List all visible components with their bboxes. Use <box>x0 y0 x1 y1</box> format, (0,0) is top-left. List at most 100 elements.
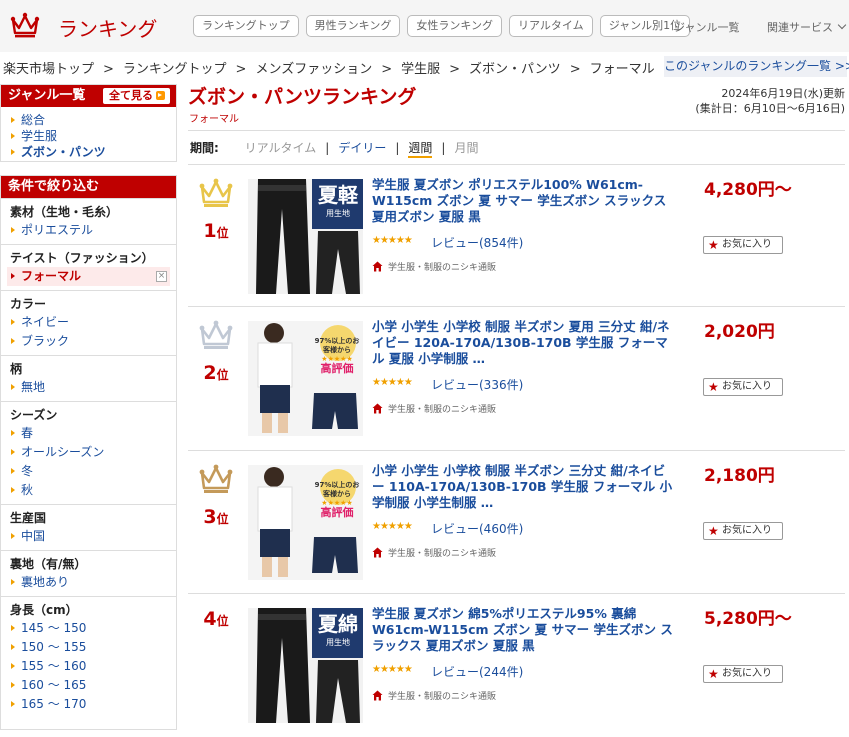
rank-badge: 1位 <box>196 177 236 242</box>
product-image[interactable]: 夏軽 用生地 <box>248 179 363 294</box>
genre-item-overall[interactable]: 総合 <box>9 112 176 128</box>
shop-link[interactable]: 学生服・制服のニシキ通販 <box>372 402 496 415</box>
genre-list-header: ジャンル一覧 全て見る <box>1 85 176 107</box>
rank-number: 2位 <box>203 362 229 384</box>
filter-option[interactable]: オールシーズン <box>9 443 170 462</box>
crown-logo-icon[interactable] <box>10 12 40 38</box>
rank-badge: 4位 <box>196 608 236 630</box>
summer-badge: 夏軽 用生地 <box>318 183 358 218</box>
shop-link[interactable]: 学生服・制服のニシキ通販 <box>372 689 496 702</box>
shop-link[interactable]: 学生服・制服のニシキ通販 <box>372 260 496 273</box>
rating-stars: ★★★★★ <box>372 521 413 532</box>
filter-option-active[interactable]: フォーマル × <box>7 267 170 286</box>
review-link[interactable]: レビュー(854件) <box>431 234 523 251</box>
filter-option[interactable]: ポリエステル <box>9 221 170 240</box>
related-services-label: 関連サービス <box>767 21 833 34</box>
ranking-item: 4位 夏綿 用生地 学生服 夏ズボン 綿5%ポリエステル95% 裏綿 W61cm… <box>188 594 845 730</box>
rank-number: 1位 <box>203 220 229 242</box>
breadcrumb-item[interactable]: メンズファッション <box>255 62 372 77</box>
period-daily[interactable]: デイリー <box>338 141 386 155</box>
tab-male-ranking[interactable]: 男性ランキング <box>305 15 401 37</box>
breadcrumb-item[interactable]: ランキングトップ <box>123 62 227 77</box>
star-icon: ★ <box>708 380 719 394</box>
genre-list-title: ジャンル一覧 <box>8 88 86 103</box>
filter-header: 条件で絞り込む <box>1 176 176 198</box>
star-icon: ★ <box>708 238 719 252</box>
period-weekly[interactable]: 週間 <box>408 141 433 158</box>
breadcrumb: 楽天市場トップ > ランキングトップ > メンズファッション > 学生服 > ズボン・パンツ > フ… <box>3 62 655 77</box>
review-link[interactable]: レビュー(460件) <box>431 520 523 537</box>
filter-title: 素材（生地・毛糸） <box>10 205 119 219</box>
review-link[interactable]: レビュー(336件) <box>431 376 523 393</box>
filter-option[interactable]: 裏地あり <box>9 573 170 592</box>
tab-realtime[interactable]: リアルタイム <box>509 15 593 37</box>
filter-title: 身長（cm） <box>10 603 78 617</box>
filter-option[interactable]: ネイビー <box>9 313 170 332</box>
product-title-link[interactable]: 小学 小学生 小学校 制服 半ズボン 夏用 三分丈 紺/ネイビー 120A-17… <box>372 319 674 367</box>
view-all-button[interactable]: 全て見る <box>103 88 170 104</box>
tab-ranking-top[interactable]: ランキングトップ <box>193 15 299 37</box>
high-rating-badge: 97%以上のお客様から ★★★★★ 高評価 <box>314 481 360 519</box>
filter-option[interactable]: 150 〜 155 <box>9 638 170 657</box>
breadcrumb-item[interactable]: 楽天市場トップ <box>3 62 94 77</box>
filter-title: カラー <box>10 297 47 311</box>
silver-crown-icon <box>199 320 233 349</box>
ranking-item: 3位 97%以上のお客様から ★★★★★ 高評価 小学 小学生 小学校 制服 半… <box>188 451 845 587</box>
rank-number: 3位 <box>203 506 229 528</box>
product-title-link[interactable]: 学生服 夏ズボン 綿5%ポリエステル95% 裏綿 W61cm-W115cm ズボ… <box>372 606 674 654</box>
filter-title: シーズン <box>10 408 58 422</box>
rank-badge: 2位 <box>196 319 236 384</box>
breadcrumb-item[interactable]: ズボン・パンツ <box>469 62 561 77</box>
filter-option[interactable]: 春 <box>9 424 170 443</box>
period-monthly[interactable]: 月間 <box>454 141 478 155</box>
filter-title: 裏地（有/無） <box>10 557 87 571</box>
star-icon: ★ <box>708 667 719 681</box>
updated-date: 2024年6月19日(水)更新 <box>721 87 845 100</box>
filter-title: 生産国 <box>10 511 47 525</box>
product-title-link[interactable]: 小学 小学生 小学校 制服 半ズボン 三分丈 紺/ネイビー 110A-170A/… <box>372 463 674 511</box>
page-title: ズボン・パンツランキング <box>188 86 417 108</box>
product-price: 2,020円 <box>704 322 775 342</box>
filter-option[interactable]: 無地 <box>9 378 170 397</box>
home-icon <box>372 403 383 414</box>
filter-section-material: 素材（生地・毛糸） ポリエステル <box>1 198 176 244</box>
shop-link[interactable]: 学生服・制服のニシキ通販 <box>372 546 496 559</box>
high-rating-badge: 97%以上のお客様から ★★★★★ 高評価 <box>314 337 360 375</box>
rank-number: 4位 <box>203 608 229 630</box>
period-range: (集計日：6月10日〜6月16日) <box>695 102 845 115</box>
review-link[interactable]: レビュー(244件) <box>431 663 523 680</box>
favorite-button[interactable]: ★ お気に入り <box>703 522 783 540</box>
filter-section-lining: 裏地（有/無） 裏地あり <box>1 550 176 596</box>
breadcrumb-item[interactable]: 学生服 <box>401 62 440 77</box>
product-price: 5,280円〜 <box>704 609 792 629</box>
genre-item-uniform[interactable]: 学生服 <box>9 128 176 144</box>
product-title-link[interactable]: 学生服 夏ズボン ポリエステル100% W61cm-W115cm ズボン 夏 サ… <box>372 177 674 225</box>
favorite-button[interactable]: ★ お気に入り <box>703 378 783 396</box>
genre-list-link[interactable]: ジャンル一覧 <box>674 19 739 35</box>
filter-option[interactable]: ブラック <box>9 332 170 351</box>
period-selector: 期間: リアルタイム | デイリー | 週間 | 月間 <box>190 139 478 158</box>
related-services-menu[interactable]: 関連サービス <box>767 19 847 35</box>
filter-option[interactable]: 160 〜 165 <box>9 676 170 695</box>
filter-section-color: カラー ネイビー ブラック <box>1 290 176 355</box>
ranking-logo-text[interactable]: ランキング <box>58 13 157 42</box>
remove-filter-icon[interactable]: × <box>156 271 167 282</box>
product-image[interactable]: 97%以上のお客様から ★★★★★ 高評価 <box>248 465 363 580</box>
favorite-button[interactable]: ★ お気に入り <box>703 665 783 683</box>
filter-option[interactable]: 冬 <box>9 462 170 481</box>
filter-option[interactable]: 中国 <box>9 527 170 546</box>
product-image[interactable]: 夏綿 用生地 <box>248 608 363 723</box>
product-image[interactable]: 97%以上のお客様から ★★★★★ 高評価 <box>248 321 363 436</box>
genre-ranking-list-link[interactable]: このジャンルのランキング一覧 >> <box>664 56 849 77</box>
site-header: ランキング ランキングトップ 男性ランキング 女性ランキング リアルタイム ジャ… <box>0 0 849 52</box>
genre-item-pants[interactable]: ズボン・パンツ <box>9 144 176 160</box>
filter-section-pattern: 柄 無地 <box>1 355 176 401</box>
filter-option[interactable]: 165 〜 170 <box>9 695 170 714</box>
filter-option[interactable]: 秋 <box>9 481 170 500</box>
favorite-button[interactable]: ★ お気に入り <box>703 236 783 254</box>
filter-option[interactable]: 145 〜 150 <box>9 619 170 638</box>
filter-title: テイスト（ファッション） <box>10 251 154 265</box>
period-realtime[interactable]: リアルタイム <box>245 141 317 155</box>
filter-option[interactable]: 155 〜 160 <box>9 657 170 676</box>
tab-female-ranking[interactable]: 女性ランキング <box>407 15 503 37</box>
